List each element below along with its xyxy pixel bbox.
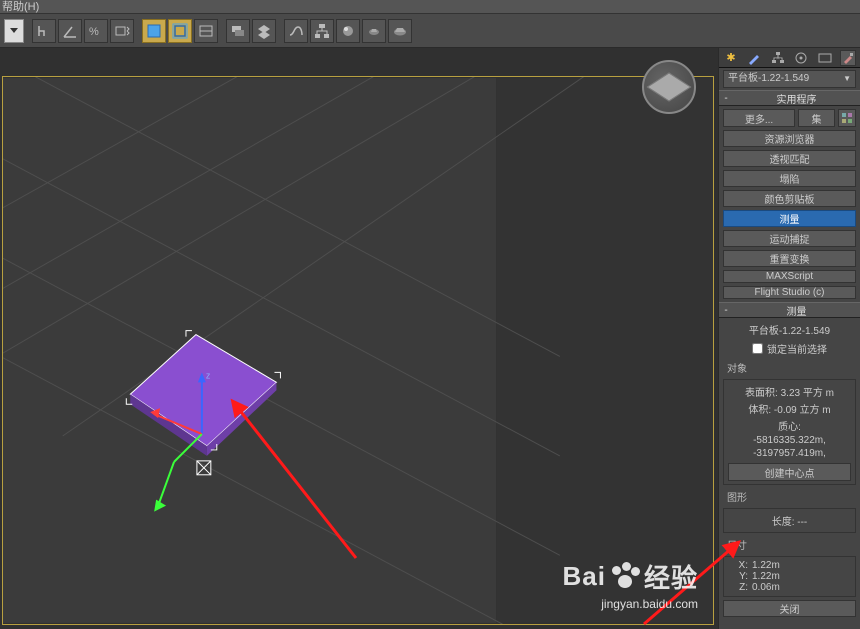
motion-tab-icon[interactable] [793, 50, 809, 66]
centroid-y: -3197957.419m, [728, 447, 851, 460]
safe-frame-icon[interactable] [194, 19, 218, 43]
viewport-area[interactable]: z Bai [0, 48, 718, 629]
view-cube[interactable] [642, 60, 696, 114]
length-value: 长度: --- [728, 512, 851, 529]
maxscript-button[interactable]: MAXScript [723, 270, 856, 283]
centroid-x: -5816335.322m, [728, 434, 851, 447]
modify-tab-icon[interactable] [746, 50, 762, 66]
surface-area-value: 表面积: 3.23 平方 m [728, 383, 851, 400]
lock-selection-checkbox[interactable]: 锁定当前选择 [723, 341, 856, 356]
perspective-viewport[interactable]: z [2, 76, 714, 625]
angle-snap-icon[interactable] [58, 19, 82, 43]
more-utilities-button[interactable]: 更多... [723, 109, 795, 127]
snap-toggle-icon[interactable] [32, 19, 56, 43]
utilities-tab-icon[interactable] [840, 50, 856, 66]
menu-bar[interactable]: 帮助(H) [0, 0, 860, 14]
dim-x-value: 1.22m [752, 560, 780, 571]
edged-faces-icon[interactable] [142, 19, 166, 43]
perspective-match-button[interactable]: 透视匹配 [723, 150, 856, 167]
create-tab-icon[interactable]: ✱ [723, 50, 739, 66]
command-panel: ✱ 平台板-1.22-1.549▼ -实用程序 更多... 集 资源浏览器 透视… [718, 48, 860, 629]
asset-browser-button[interactable]: 资源浏览器 [723, 130, 856, 147]
utilities-rollout-header[interactable]: -实用程序 [719, 90, 860, 106]
flight-studio-button[interactable]: Flight Studio (c) [723, 286, 856, 299]
configure-button-icon[interactable] [838, 109, 856, 127]
display-tab-icon[interactable] [817, 50, 833, 66]
dim-z-value: 0.06m [752, 582, 780, 593]
measure-object-name: 平台板-1.22-1.549 [723, 321, 856, 338]
material-editor-icon[interactable] [336, 19, 360, 43]
percent-snap-icon[interactable]: % [84, 19, 108, 43]
scene-canvas[interactable]: z [3, 77, 713, 624]
measure-button[interactable]: 测量 [723, 210, 856, 227]
hierarchy-tab-icon[interactable] [770, 50, 786, 66]
menu-help[interactable]: 帮助(H) [2, 1, 39, 13]
reset-xform-button[interactable]: 重置变换 [723, 250, 856, 267]
layer-explorer-icon[interactable] [252, 19, 276, 43]
svg-text:%: % [89, 26, 99, 38]
curve-editor-icon[interactable] [284, 19, 308, 43]
shapes-label: 图形 [723, 488, 856, 505]
color-clipboard-button[interactable]: 颜色剪贴板 [723, 190, 856, 207]
objects-label: 对象 [723, 359, 856, 376]
volume-value: 体积: -0.09 立方 m [728, 400, 851, 417]
main-toolbar: % [0, 14, 860, 48]
schematic-view-icon[interactable] [310, 19, 334, 43]
selection-filter-dropdown[interactable] [4, 19, 24, 43]
centroid-label: 质心: [728, 417, 851, 434]
spinner-snap-icon[interactable] [110, 19, 134, 43]
sets-button[interactable]: 集 [798, 109, 835, 127]
close-utility-button[interactable]: 关闭 [723, 600, 856, 617]
collapse-button[interactable]: 塌陷 [723, 170, 856, 187]
selection-brackets-icon[interactable] [168, 19, 192, 43]
manage-layers-icon[interactable] [226, 19, 250, 43]
svg-text:z: z [206, 370, 211, 380]
render-setup-icon[interactable] [362, 19, 386, 43]
command-panel-tabs[interactable]: ✱ [719, 48, 860, 68]
dim-y-value: 1.22m [752, 571, 780, 582]
motion-capture-button[interactable]: 运动捕捉 [723, 230, 856, 247]
create-center-button[interactable]: 创建中心点 [728, 463, 851, 481]
render-frame-icon[interactable] [388, 19, 412, 43]
dimensions-label: 尺寸 [723, 536, 856, 553]
measure-rollout-header[interactable]: -测量 [719, 302, 860, 318]
object-name-field[interactable]: 平台板-1.22-1.549▼ [723, 70, 856, 88]
